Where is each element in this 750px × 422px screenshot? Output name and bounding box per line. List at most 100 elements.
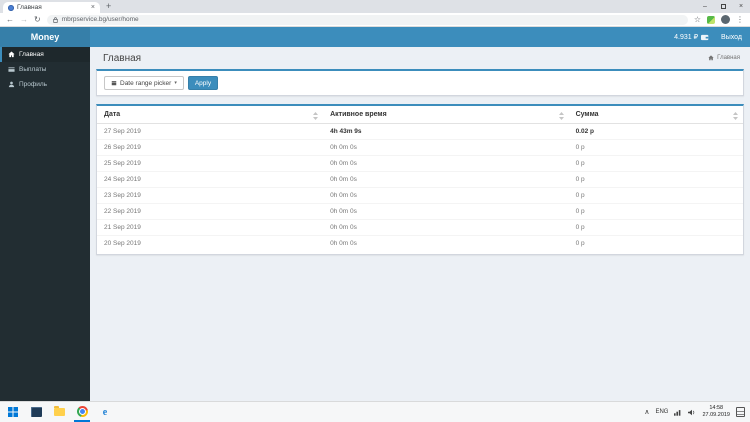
cell-active-time: 4h 43m 9s — [330, 128, 362, 135]
table-row: 23 Sep 2019 0h 0m 0s 0 р — [97, 187, 743, 204]
speaker-icon[interactable] — [688, 409, 696, 416]
cell-date: 25 Sep 2019 — [97, 155, 324, 172]
minimize-button[interactable]: – — [696, 0, 714, 13]
folder-icon — [53, 406, 65, 416]
system-tray: ∧ ENG 14:58 27.09.2019 — [644, 405, 745, 420]
cell-amount: 0.02 р — [575, 128, 594, 135]
cell-amount: 0 р — [568, 155, 743, 172]
new-tab-button[interactable]: + — [106, 1, 111, 11]
calendar-icon — [111, 81, 117, 86]
sort-icon[interactable] — [558, 112, 564, 120]
payments-card-icon — [8, 67, 15, 72]
chrome-icon — [76, 405, 88, 417]
cell-amount: 0 р — [568, 187, 743, 204]
address-bar[interactable]: mbrpservice.bg/user/home — [46, 14, 688, 25]
balance-badge[interactable]: 4.931 ₽ — [674, 33, 709, 41]
column-header-amount[interactable]: Сумма — [568, 106, 743, 124]
taskbar-file-explorer[interactable] — [51, 403, 67, 422]
table-header-row: Дата Активное время Сумма — [97, 106, 743, 124]
maximize-icon — [720, 3, 726, 9]
url-text: mbrpservice.bg/user/home — [61, 16, 139, 23]
taskbar-internet-explorer[interactable]: e — [97, 403, 113, 422]
tab-close-icon[interactable]: × — [91, 4, 95, 11]
console-icon — [30, 407, 42, 417]
caret-down-icon: ▾ — [174, 80, 177, 86]
cell-date: 22 Sep 2019 — [97, 203, 324, 220]
breadcrumb-label: Главная — [717, 55, 740, 61]
tray-chevron-up-icon[interactable]: ∧ — [644, 408, 649, 416]
action-center-icon[interactable] — [736, 407, 745, 417]
reload-button[interactable]: ↻ — [34, 15, 41, 24]
taskbar: e ∧ ENG 14:58 27.09.2019 — [0, 401, 750, 422]
column-header-active-time[interactable]: Активное время — [323, 106, 569, 124]
favicon-icon — [8, 4, 14, 11]
user-icon — [8, 81, 15, 88]
cell-date: 24 Sep 2019 — [97, 171, 324, 188]
cell-active-time: 0h 0m 0s — [323, 187, 569, 204]
table-row: 25 Sep 2019 0h 0m 0s 0 р — [97, 155, 743, 172]
results-panel: Дата Активное время Сумма 27 Sep 2019 4h… — [96, 104, 744, 255]
date-range-label: Date range picker — [120, 79, 172, 87]
maximize-button[interactable] — [714, 0, 732, 13]
sidebar-item-profile[interactable]: Профиль — [0, 77, 90, 92]
content-header: Главная Главная — [90, 47, 750, 69]
cell-amount: 0 р — [568, 139, 743, 156]
network-icon[interactable] — [674, 409, 682, 416]
balance-value: 4.931 ₽ — [674, 34, 699, 41]
sidebar-item-payouts[interactable]: Выплаты — [0, 62, 90, 77]
tab-strip: Главная × + – × — [0, 0, 750, 13]
bookmark-star-icon[interactable]: ☆ — [694, 15, 701, 24]
column-label: Сумма — [575, 111, 599, 118]
sort-icon[interactable] — [313, 112, 319, 120]
cell-amount: 0 р — [568, 219, 743, 236]
app-logo[interactable]: Money — [0, 27, 90, 47]
sort-icon[interactable] — [733, 112, 738, 120]
forward-button[interactable]: → — [20, 15, 28, 24]
table-row: 27 Sep 2019 4h 43m 9s 0.02 р — [97, 124, 743, 140]
table-row: 21 Sep 2019 0h 0m 0s 0 р — [97, 219, 743, 236]
taskbar-clock[interactable]: 14:58 27.09.2019 — [702, 405, 730, 420]
table-row: 26 Sep 2019 0h 0m 0s 0 р — [97, 139, 743, 156]
breadcrumb[interactable]: Главная — [708, 55, 740, 61]
start-button[interactable] — [5, 403, 21, 422]
extension-icon[interactable] — [707, 15, 715, 24]
cell-date: 20 Sep 2019 — [97, 235, 324, 251]
cell-active-time: 0h 0m 0s — [323, 235, 569, 251]
main-content: Главная Главная Date range picker ▾ Appl… — [90, 47, 750, 401]
cell-date: 23 Sep 2019 — [97, 187, 324, 204]
apply-button[interactable]: Apply — [187, 76, 219, 90]
cell-active-time: 0h 0m 0s — [323, 139, 569, 156]
close-window-button[interactable]: × — [732, 0, 750, 13]
column-label: Дата — [104, 111, 121, 118]
profile-avatar[interactable] — [721, 15, 730, 24]
sidebar: Главная Выплаты Профиль — [0, 47, 90, 401]
column-label: Активное время — [330, 111, 387, 118]
column-header-date[interactable]: Дата — [97, 106, 324, 124]
taskbar-app-console[interactable] — [28, 403, 44, 422]
wallet-icon — [701, 34, 709, 40]
logout-link[interactable]: Выход — [721, 34, 742, 41]
cell-active-time: 0h 0m 0s — [323, 171, 569, 188]
browser-toolbar: ← → ↻ mbrpservice.bg/user/home ☆ ⋮ — [0, 13, 750, 27]
table-row: 22 Sep 2019 0h 0m 0s 0 р — [97, 203, 743, 220]
earnings-table: Дата Активное время Сумма 27 Sep 2019 4h… — [97, 106, 743, 251]
home-icon — [8, 51, 15, 58]
app-navbar: Money 4.931 ₽ Выход — [0, 27, 750, 47]
tab-title: Главная — [17, 4, 42, 11]
browser-window: Главная × + – × ← → ↻ mbrpservice.bg/use… — [0, 0, 750, 422]
cell-date: 21 Sep 2019 — [97, 219, 324, 236]
back-button[interactable]: ← — [6, 15, 14, 24]
language-indicator[interactable]: ENG — [655, 409, 668, 415]
cell-amount: 0 р — [568, 235, 743, 251]
browser-menu-icon[interactable]: ⋮ — [736, 15, 744, 24]
sidebar-item-home[interactable]: Главная — [0, 47, 90, 62]
browser-tab[interactable]: Главная × — [3, 2, 100, 13]
breadcrumb-home-icon — [708, 55, 714, 61]
lock-icon — [53, 16, 58, 23]
cell-amount: 0 р — [568, 203, 743, 220]
taskbar-chrome[interactable] — [74, 403, 90, 422]
internet-explorer-icon: e — [102, 406, 108, 418]
date-range-picker-button[interactable]: Date range picker ▾ — [104, 76, 184, 90]
filter-panel: Date range picker ▾ Apply — [96, 69, 744, 96]
cell-date: 27 Sep 2019 — [104, 128, 141, 135]
